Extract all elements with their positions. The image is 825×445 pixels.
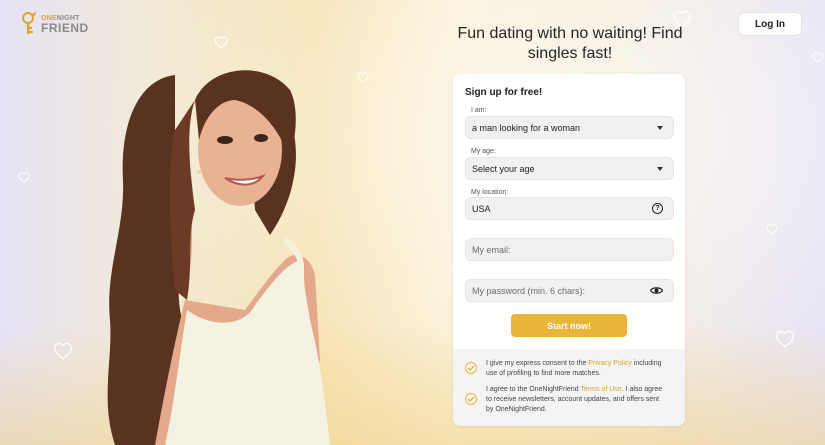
start-now-button[interactable]: Start now! bbox=[511, 314, 627, 337]
heart-icon bbox=[53, 342, 73, 360]
eye-icon[interactable] bbox=[649, 282, 664, 300]
consent2-pre: I agree to the OneNightFriend bbox=[486, 386, 581, 393]
heart-icon bbox=[214, 36, 228, 49]
privacy-policy-link[interactable]: Privacy Policy bbox=[588, 360, 632, 367]
privacy-consent-row: I give my express consent to the Privacy… bbox=[465, 359, 668, 379]
hero-image bbox=[95, 60, 360, 445]
signup-title: Sign up for free! bbox=[465, 87, 543, 98]
logo-friend: FRIEND bbox=[41, 20, 89, 35]
page-headline: Fun dating with no waiting! Find singles… bbox=[457, 25, 683, 62]
chevron-down-icon bbox=[657, 125, 663, 130]
chevron-down-icon bbox=[657, 166, 663, 171]
iam-label: I am: bbox=[471, 107, 487, 114]
consent-section: I give my express consent to the Privacy… bbox=[453, 349, 685, 426]
check-icon bbox=[467, 396, 475, 402]
site-logo[interactable]: ONENIGHT FRIEND bbox=[22, 12, 89, 36]
location-value: USA bbox=[472, 203, 491, 214]
terms-consent-checkbox[interactable] bbox=[465, 393, 477, 405]
email-placeholder: My email: bbox=[472, 244, 511, 255]
heart-icon bbox=[18, 172, 30, 183]
terms-consent-row: I agree to the OneNightFriend Terms of U… bbox=[465, 385, 668, 415]
logo-text: ONENIGHT FRIEND bbox=[41, 15, 89, 34]
privacy-consent-checkbox[interactable] bbox=[465, 362, 477, 374]
password-placeholder: My password (min. 6 chars): bbox=[472, 285, 586, 296]
location-label: My location: bbox=[471, 189, 509, 196]
consent1-pre: I give my express consent to the bbox=[486, 360, 589, 367]
iam-value: a man looking for a woman bbox=[472, 122, 581, 133]
signup-card: Sign up for free! I am: a man looking fo… bbox=[453, 74, 685, 426]
email-field[interactable]: My email: bbox=[465, 238, 674, 261]
heart-icon bbox=[812, 52, 824, 63]
heart-icon bbox=[766, 224, 778, 235]
location-field[interactable]: USA ? bbox=[465, 197, 674, 220]
check-icon bbox=[467, 365, 475, 371]
key-logo-icon bbox=[22, 12, 38, 36]
iam-select[interactable]: a man looking for a woman bbox=[465, 116, 674, 139]
heart-icon bbox=[775, 330, 795, 348]
terms-of-use-link[interactable]: Terms of Use bbox=[580, 386, 621, 393]
terms-consent-text: I agree to the OneNightFriend Terms of U… bbox=[486, 385, 668, 415]
age-select[interactable]: Select your age bbox=[465, 157, 674, 180]
privacy-consent-text: I give my express consent to the Privacy… bbox=[486, 359, 668, 379]
age-label: My age: bbox=[471, 148, 496, 155]
age-value: Select your age bbox=[472, 163, 535, 174]
help-icon[interactable]: ? bbox=[652, 203, 663, 214]
login-button[interactable]: Log In bbox=[738, 12, 802, 36]
password-field[interactable]: My password (min. 6 chars): bbox=[465, 279, 674, 302]
